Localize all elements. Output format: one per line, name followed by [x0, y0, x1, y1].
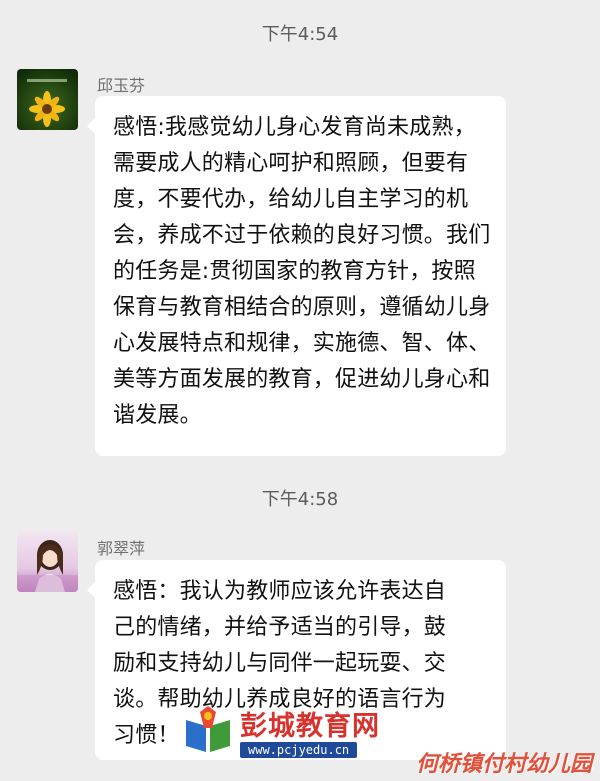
school-watermark: 何桥镇付村幼儿园	[415, 752, 592, 777]
avatar-guo-cuiping[interactable]	[17, 531, 78, 592]
site-watermark: 彭城教育网 www.pcjyedu.cn	[182, 700, 412, 758]
sender-name-2: 郭翠萍	[97, 539, 146, 558]
watermark-title: 彭城教育网	[240, 711, 380, 742]
avatar-qiu-yufen[interactable]	[17, 69, 78, 130]
book-logo-icon	[186, 706, 230, 752]
message-bubble-1[interactable]: 感悟:我感觉幼儿身心发育尚未成熟，需要成人的精心呵护和照顾，但要有度，不要代办，…	[87, 96, 506, 456]
timestamp-2: 下午4:58	[261, 489, 339, 510]
sunflower-icon	[17, 69, 78, 130]
message-text-1: 感悟:我感觉幼儿身心发育尚未成熟，需要成人的精心呵护和照顾，但要有度，不要代办，…	[113, 115, 491, 428]
girl-portrait-icon	[17, 531, 78, 592]
timestamp-1: 下午4:54	[261, 24, 339, 45]
watermark-url: www.pcjyedu.cn	[240, 742, 358, 758]
sender-name-1: 邱玉芬	[97, 76, 146, 95]
